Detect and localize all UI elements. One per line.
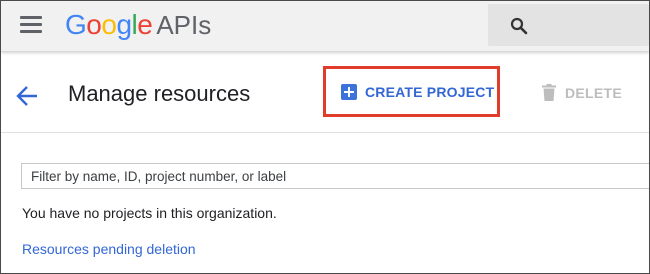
search-box[interactable] bbox=[488, 4, 649, 46]
logo-letter: o bbox=[101, 9, 117, 40]
trash-icon bbox=[542, 84, 556, 101]
create-project-button[interactable]: CREATE PROJECT bbox=[341, 84, 494, 100]
logo-letter: o bbox=[86, 9, 102, 40]
hamburger-menu-icon[interactable] bbox=[20, 16, 42, 34]
delete-label: DELETE bbox=[565, 84, 623, 101]
logo-apis-text: APIs bbox=[156, 10, 212, 40]
page-title: Manage resources bbox=[68, 81, 251, 106]
create-project-label: CREATE PROJECT bbox=[365, 84, 495, 100]
top-app-bar: Google APIs bbox=[1, 1, 649, 52]
google-wordmark: Google bbox=[65, 9, 153, 40]
arrow-left-icon[interactable] bbox=[15, 85, 39, 107]
search-icon[interactable] bbox=[510, 17, 528, 35]
add-box-icon bbox=[341, 84, 357, 100]
window-frame: Google APIs Manage resources CREATE PROJE… bbox=[0, 0, 650, 274]
logo-letter: G bbox=[65, 9, 87, 40]
logo-letter: e bbox=[137, 9, 153, 40]
logo-letter: g bbox=[116, 9, 132, 40]
filter-input[interactable] bbox=[21, 163, 649, 189]
delete-button[interactable]: DELETE bbox=[542, 84, 622, 101]
google-apis-logo[interactable]: Google APIs bbox=[65, 9, 211, 41]
header-divider bbox=[1, 132, 649, 133]
empty-state-message: You have no projects in this organizatio… bbox=[22, 205, 277, 221]
resources-pending-deletion-link[interactable]: Resources pending deletion bbox=[22, 241, 196, 257]
